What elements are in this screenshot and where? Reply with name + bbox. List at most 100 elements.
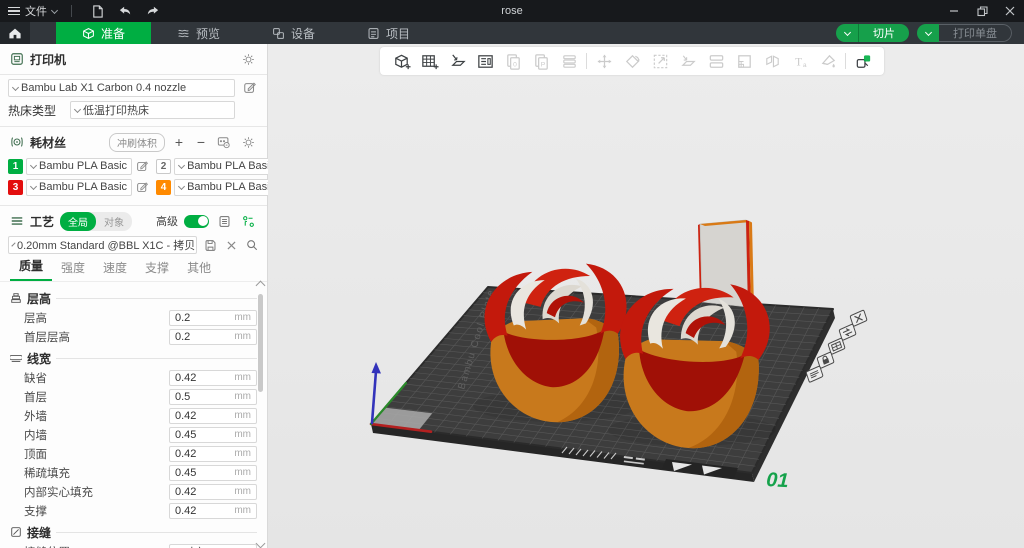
undo-button[interactable] [114, 3, 136, 19]
param-label: 外墙 [24, 408, 169, 424]
process-tab-speed[interactable]: 速度 [94, 256, 136, 281]
filament-1-select[interactable]: Bambu PLA Basic [26, 158, 132, 175]
edit-icon [136, 181, 149, 194]
viewport-3d[interactable]: 0 P Ta [268, 44, 1024, 548]
default-line-width-input[interactable]: 0.42mm [169, 370, 257, 386]
close-button[interactable] [996, 0, 1024, 22]
process-tab-strength[interactable]: 强度 [52, 256, 94, 281]
param-value: 0.42 [175, 486, 234, 498]
scroll-down-arrow[interactable] [256, 539, 266, 548]
param-label: 缺省 [24, 370, 169, 386]
filament-1-color-swatch[interactable]: 1 [8, 159, 23, 174]
scope-objects-button[interactable]: 对象 [96, 212, 132, 231]
param-value: 0.2 [175, 331, 234, 343]
save-icon [204, 239, 217, 252]
add-filament-button[interactable]: + [171, 136, 187, 148]
seam-position-select[interactable]: 对齐 [169, 544, 257, 548]
prepare-side-panel: 打印机 Bambu Lab X1 Carbon 0.4 nozzle 热床类型 … [0, 44, 268, 548]
objects-table-button[interactable] [239, 212, 257, 230]
edit-icon [136, 160, 149, 173]
project-icon [367, 27, 380, 40]
filament-2-color-swatch[interactable]: 2 [156, 159, 171, 174]
filament-4-color-swatch[interactable]: 4 [156, 180, 171, 195]
remove-filament-button[interactable]: − [193, 136, 209, 148]
internal-solid-infill-line-width-input[interactable]: 0.42mm [169, 484, 257, 500]
param-value: 0.45 [175, 467, 234, 479]
param-unit: mm [234, 429, 251, 440]
tab-project[interactable]: 项目 [341, 22, 436, 44]
printer-section-title: 打印机 [30, 51, 66, 68]
param-value: 0.2 [175, 312, 234, 324]
parameter-list-button[interactable] [215, 212, 233, 230]
param-unit: mm [234, 372, 251, 383]
seam-icon [10, 526, 22, 538]
param-unit: mm [234, 467, 251, 478]
line-width-icon [10, 352, 22, 364]
advanced-toggle[interactable] [184, 215, 209, 228]
param-unit: mm [234, 331, 251, 342]
edit-filament-3-button[interactable] [135, 178, 150, 196]
param-unit: mm [234, 486, 251, 497]
first-layer-line-width-input[interactable]: 0.5mm [169, 389, 257, 405]
file-menu-label: 文件 [25, 3, 47, 19]
minimize-button[interactable] [940, 0, 968, 22]
tab-preview[interactable]: 预览 [151, 22, 246, 44]
save-preset-button[interactable] [203, 236, 218, 254]
process-preset-select[interactable]: 0.20mm Standard @BBL X1C - 拷贝 [8, 236, 197, 254]
device-icon [272, 27, 285, 40]
process-tab-support[interactable]: 支撑 [136, 256, 178, 281]
panel-scrollbar[interactable] [255, 282, 266, 547]
filament-2-select[interactable]: Bambu PLA Basic [174, 158, 280, 175]
clear-preset-button[interactable] [224, 236, 238, 254]
home-button[interactable] [0, 22, 30, 44]
restore-button[interactable] [968, 0, 996, 22]
support-line-width-input[interactable]: 0.42mm [169, 503, 257, 519]
new-project-button[interactable] [86, 3, 108, 19]
param-unit: mm [234, 391, 251, 402]
group-title: 层高 [27, 290, 51, 307]
ams-sync-button[interactable] [215, 133, 233, 151]
param-unit: mm [234, 312, 251, 323]
outer-wall-line-width-input[interactable]: 0.42mm [169, 408, 257, 424]
slice-button[interactable]: 切片 [858, 24, 909, 42]
printer-select[interactable]: Bambu Lab X1 Carbon 0.4 nozzle [8, 79, 235, 97]
scene-canvas[interactable]: Bambu Cool Plate 01 [268, 44, 1024, 548]
scroll-up-arrow[interactable] [256, 281, 266, 291]
chevron-down-icon [74, 105, 81, 112]
tab-project-label: 项目 [386, 25, 410, 42]
process-tab-others[interactable]: 其他 [178, 256, 220, 281]
filament-4-select[interactable]: Bambu PLA Basic [174, 179, 280, 196]
chevron-down-icon [51, 6, 58, 13]
filament-3-name: Bambu PLA Basic [39, 181, 127, 193]
printer-select-value: Bambu Lab X1 Carbon 0.4 nozzle [21, 82, 186, 94]
gear-icon [242, 53, 255, 66]
tab-preview-label: 预览 [196, 25, 220, 42]
printer-settings-button[interactable] [239, 50, 257, 68]
filament-settings-button[interactable] [239, 133, 257, 151]
top-surface-line-width-input[interactable]: 0.42mm [169, 446, 257, 462]
param-label: 首层层高 [24, 329, 169, 345]
scope-global-button[interactable]: 全局 [60, 212, 96, 231]
print-dropdown-button[interactable] [917, 24, 939, 42]
printer-icon [10, 52, 24, 66]
tab-prepare[interactable]: 准备 [56, 22, 151, 44]
filament-3-select[interactable]: Bambu PLA Basic [26, 179, 132, 196]
chevron-down-icon [178, 161, 185, 168]
flush-volume-button[interactable]: 冲刷体积 [109, 133, 165, 152]
process-tab-quality[interactable]: 质量 [10, 254, 52, 281]
bed-type-select[interactable]: 低温打印热床 [70, 101, 235, 119]
slice-dropdown-button[interactable] [836, 24, 858, 42]
filament-3-color-swatch[interactable]: 3 [8, 180, 23, 195]
edit-filament-1-button[interactable] [135, 157, 150, 175]
file-menu-button[interactable]: 文件 [8, 3, 57, 19]
first-layer-height-input[interactable]: 0.2mm [169, 329, 257, 345]
layer-height-input[interactable]: 0.2mm [169, 310, 257, 326]
redo-button[interactable] [142, 3, 164, 19]
inner-wall-line-width-input[interactable]: 0.45mm [169, 427, 257, 443]
search-preset-button[interactable] [244, 236, 259, 254]
sparse-infill-line-width-input[interactable]: 0.45mm [169, 465, 257, 481]
scrollbar-thumb[interactable] [258, 294, 263, 392]
edit-printer-button[interactable] [241, 79, 259, 97]
tab-device[interactable]: 设备 [246, 22, 341, 44]
param-label: 层高 [24, 310, 169, 326]
